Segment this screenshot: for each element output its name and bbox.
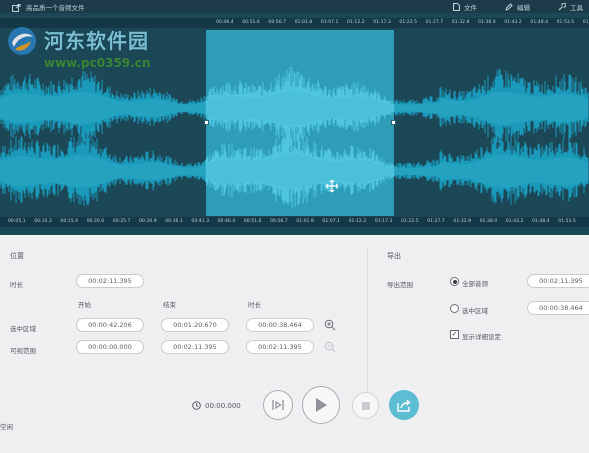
export-range-label: 导出范围: [387, 281, 413, 289]
ruler-tick: 00:05.1: [8, 219, 26, 224]
ruler-tick: 00:46.4: [216, 20, 234, 25]
show-detail-label[interactable]: 显示详细设定: [462, 331, 501, 341]
export-selected-field: 00:00:38.464: [527, 301, 589, 315]
watermark: 河东软件园 www.pc0359.cn: [6, 25, 150, 70]
menu-file[interactable]: 文件: [453, 2, 477, 12]
window-title: 高品质一个音频文件: [26, 3, 85, 12]
settings-panel: 位置 时长 00:02:11.395 开始 结束 时长 选中区域 00:00:4…: [0, 235, 589, 453]
stop-button[interactable]: [352, 392, 379, 419]
ruler-tick: 01:12.2: [348, 219, 367, 224]
ruler-tick: 01:22.5: [399, 20, 418, 25]
menu-tools[interactable]: 工具: [558, 2, 583, 12]
title-bar: 高品质一个音频文件 文件 编辑 工具: [0, 0, 589, 13]
ruler-tick: 00:25.7: [112, 219, 131, 224]
selection-start-handle[interactable]: [204, 120, 209, 125]
ruler-tick: 00:36.1: [165, 219, 183, 224]
ruler-tick: 00:56.7: [270, 219, 288, 224]
wrench-icon: [558, 2, 566, 10]
export-selected-label[interactable]: 选中区域: [462, 305, 488, 315]
ruler-tick: 01:32.8: [451, 20, 470, 25]
ruler-tick: 00:51.6: [243, 219, 262, 224]
export-title: 导出: [387, 252, 401, 260]
duration-label: 时长: [10, 281, 23, 289]
selected-end-field[interactable]: 00:01:20.670: [161, 318, 229, 332]
ruler-tick: 01:27.7: [427, 219, 445, 224]
selected-range-label: 选中区域: [10, 325, 36, 333]
visible-range-label: 可视范围: [10, 347, 36, 355]
menu-edit[interactable]: 编辑: [505, 2, 530, 12]
export-selected-radio[interactable]: [450, 304, 459, 313]
show-detail-checkbox[interactable]: ✓: [450, 330, 459, 339]
move-cursor-icon: [325, 179, 339, 193]
watermark-url: www.pc0359.cn: [44, 56, 151, 70]
export-all-radio[interactable]: [450, 277, 459, 286]
ruler-tick: 00:30.9: [139, 219, 157, 224]
ruler-tick: 01:07.1: [320, 20, 339, 25]
ruler-tick: 00:10.3: [34, 219, 52, 224]
stop-icon: [361, 401, 370, 410]
zoom-in-icon[interactable]: [324, 319, 336, 331]
export-all-label[interactable]: 全部音频: [462, 278, 488, 288]
selection-end-handle[interactable]: [391, 120, 396, 125]
ruler-tick: 01:01.9: [296, 219, 314, 224]
panel-divider: [367, 247, 368, 397]
title-area: 高品质一个音频文件: [12, 0, 85, 13]
status-text: 空闲: [0, 423, 13, 431]
clock-icon: [192, 401, 201, 410]
ruler-tick: 00:46.4: [217, 219, 236, 224]
ruler-tick: 00:56.7: [268, 20, 287, 25]
ruler-tick: 01:12.2: [347, 20, 365, 25]
export-button[interactable]: [389, 390, 419, 420]
playback-time: 00:00.000: [192, 401, 241, 410]
timeline-ruler-bottom[interactable]: 00:05.1 00:10.3 00:15.4 00:20.6 00:25.7 00:30…: [0, 217, 589, 227]
waveform-editor[interactable]: 00:46.4 00:51.6 00:56.7 01:01.8 01:07.1 01:12…: [0, 13, 589, 235]
ruler-tick: 01:17.3: [374, 219, 393, 224]
pencil-icon: [505, 2, 513, 11]
menu-edit-label: 编辑: [517, 3, 530, 12]
menu-file-label: 文件: [464, 3, 477, 12]
zoom-out-icon[interactable]: [324, 341, 336, 353]
ruler-tick: 01:27.7: [425, 20, 444, 25]
watermark-logo: [8, 27, 36, 55]
ruler-tick: 01:43.2: [505, 219, 524, 224]
watermark-name: 河东软件园: [44, 29, 149, 53]
ruler-tick: 00:15.4: [60, 219, 79, 224]
ruler-tick: 01:48.4: [532, 219, 550, 224]
col-length-label: 时长: [248, 301, 261, 309]
title-menu: 文件 编辑 工具: [453, 0, 583, 13]
play-icon: [316, 398, 327, 412]
ruler-tick: 00:41.3: [191, 219, 210, 224]
ruler-tick: 01:43.2: [504, 20, 522, 25]
selected-length-field[interactable]: 00:00:38.464: [246, 318, 314, 332]
visible-length-field[interactable]: 00:02:11.395: [246, 340, 314, 354]
play-button[interactable]: [302, 386, 340, 424]
play-selection-icon: [272, 400, 284, 410]
position-title: 位置: [10, 252, 24, 260]
ruler-tick: 01:07.1: [322, 219, 341, 224]
ruler-tick: 01:38.0: [479, 219, 498, 224]
col-end-label: 结束: [163, 301, 176, 309]
ruler-tick: 01:53.5: [556, 20, 575, 25]
visible-end-field[interactable]: 00:02:11.395: [161, 340, 229, 354]
ruler-tick: 01:32.9: [453, 219, 472, 224]
ruler-tick: 01:22.5: [401, 219, 419, 224]
menu-tools-label: 工具: [570, 3, 583, 12]
export-all-field: 00:02:11.395: [527, 274, 589, 288]
document-icon: [453, 2, 460, 11]
ruler-tick: 00:20.6: [86, 219, 105, 224]
visible-start-field[interactable]: 00:00:00.000: [76, 340, 144, 354]
duration-field: 00:02:11.395: [76, 274, 144, 288]
export-icon: [397, 398, 411, 412]
playback-time-value: 00:00.000: [205, 401, 241, 410]
ruler-tick: 00:51.6: [242, 20, 260, 25]
ruler-tick: 01:38.0: [478, 20, 496, 25]
selected-start-field[interactable]: 00:00:42.206: [76, 318, 144, 332]
play-selection-button[interactable]: [263, 390, 293, 420]
ruler-tick: 01:17.3: [373, 20, 391, 25]
col-start-label: 开始: [78, 301, 91, 309]
ruler-tick: 01:58.7: [582, 20, 589, 25]
ruler-tick: 01:53.5: [558, 219, 576, 224]
ruler-tick: 01:48.4: [530, 20, 549, 25]
ruler-tick: 01:01.8: [294, 20, 313, 25]
